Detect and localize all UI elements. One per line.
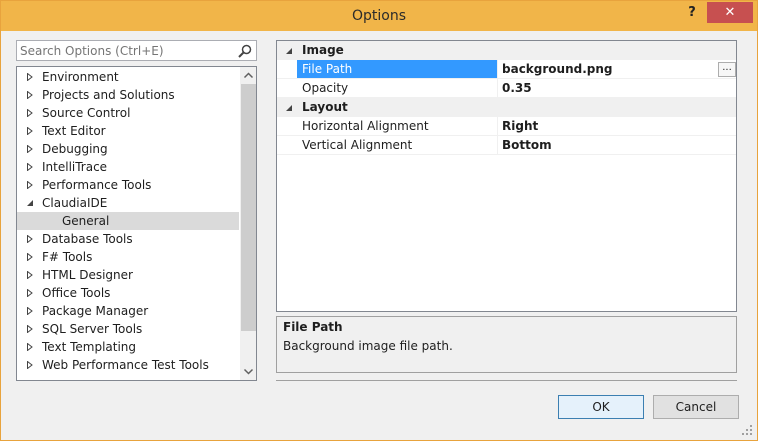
options-dialog: Options ? ✕ Environment Projects and Solu…: [0, 0, 758, 441]
property-value[interactable]: 0.35: [502, 81, 532, 95]
collapsed-arrow-icon[interactable]: [26, 145, 34, 153]
column-divider[interactable]: [497, 117, 498, 136]
tree-item-label: Office Tools: [42, 286, 111, 300]
property-label: Opacity: [302, 81, 349, 95]
tree-item-label: Debugging: [42, 142, 108, 156]
tree-item-label: Performance Tools: [42, 178, 152, 192]
property-row-vertical-alignment[interactable]: Vertical Alignment Bottom: [277, 136, 736, 155]
dialog-title: Options: [351, 8, 407, 24]
tree-item[interactable]: Source Control: [17, 104, 239, 122]
collapsed-arrow-icon[interactable]: [26, 163, 34, 171]
category-layout[interactable]: Layout: [277, 98, 736, 117]
tree-item[interactable]: IntelliTrace: [17, 158, 239, 176]
ok-button[interactable]: OK: [558, 395, 644, 419]
tree-item[interactable]: ClaudiaIDE: [17, 194, 239, 212]
property-row-opacity[interactable]: Opacity 0.35: [277, 79, 736, 98]
collapse-icon[interactable]: [285, 47, 293, 55]
scroll-down-icon[interactable]: [240, 363, 257, 380]
expanded-arrow-icon[interactable]: [26, 199, 34, 207]
collapsed-arrow-icon[interactable]: [26, 127, 34, 135]
tree-item[interactable]: SQL Server Tools: [17, 320, 239, 338]
collapsed-arrow-icon[interactable]: [26, 307, 34, 315]
divider: [276, 380, 737, 381]
search-options-box[interactable]: [16, 40, 257, 61]
category-image[interactable]: Image: [277, 41, 736, 60]
property-label: File Path: [302, 62, 353, 76]
property-row-file-path[interactable]: File Path background.png ...: [277, 60, 736, 79]
cancel-button[interactable]: Cancel: [653, 395, 739, 419]
tree-item-label: HTML Designer: [42, 268, 133, 282]
column-divider[interactable]: [497, 60, 498, 79]
collapsed-arrow-icon[interactable]: [26, 361, 34, 369]
property-row-horizontal-alignment[interactable]: Horizontal Alignment Right: [277, 117, 736, 136]
scroll-up-icon[interactable]: [240, 67, 257, 84]
property-value[interactable]: Bottom: [502, 138, 552, 152]
collapsed-arrow-icon[interactable]: [26, 325, 34, 333]
search-icon[interactable]: [237, 43, 253, 59]
tree-list: Environment Projects and Solutions Source …: [17, 68, 239, 374]
tree-item[interactable]: Text Templating: [17, 338, 239, 356]
resize-grip-icon[interactable]: [740, 423, 754, 437]
description-text: Background image file path.: [283, 339, 453, 353]
tree-item[interactable]: Environment: [17, 68, 239, 86]
tree-item[interactable]: Database Tools: [17, 230, 239, 248]
tree-item[interactable]: Text Editor: [17, 122, 239, 140]
tree-item-label: Text Editor: [42, 124, 106, 138]
property-label: Vertical Alignment: [302, 138, 413, 152]
collapsed-arrow-icon[interactable]: [26, 91, 34, 99]
help-button[interactable]: ?: [681, 3, 703, 23]
property-value[interactable]: Right: [502, 119, 538, 133]
tree-item-label: Projects and Solutions: [42, 88, 175, 102]
collapsed-arrow-icon[interactable]: [26, 343, 34, 351]
title-bar[interactable]: Options ? ✕: [1, 1, 757, 31]
property-value[interactable]: background.png: [502, 62, 613, 76]
scroll-thumb[interactable]: [241, 84, 256, 331]
tree-item[interactable]: Performance Tools: [17, 176, 239, 194]
tree-item-label: ClaudiaIDE: [42, 196, 108, 210]
tree-item-label: Package Manager: [42, 304, 149, 318]
tree-item-label: Database Tools: [42, 232, 133, 246]
collapsed-arrow-icon[interactable]: [26, 73, 34, 81]
tree-item-label: Text Templating: [42, 340, 137, 354]
tree-item[interactable]: F# Tools: [17, 248, 239, 266]
tree-item-label: Web Performance Test Tools: [42, 358, 209, 372]
tree-item-label: F# Tools: [42, 250, 93, 264]
tree-item[interactable]: Debugging: [17, 140, 239, 158]
collapsed-arrow-icon[interactable]: [26, 235, 34, 243]
tree-item-label: General: [62, 214, 110, 228]
collapsed-arrow-icon[interactable]: [26, 271, 34, 279]
collapsed-arrow-icon[interactable]: [26, 253, 34, 261]
tree-item[interactable]: Projects and Solutions: [17, 86, 239, 104]
description-title: File Path: [283, 320, 343, 334]
tree-item[interactable]: Office Tools: [17, 284, 239, 302]
collapsed-arrow-icon[interactable]: [26, 109, 34, 117]
collapse-icon[interactable]: [285, 104, 293, 112]
tree-item[interactable]: Web Performance Test Tools: [17, 356, 239, 374]
column-divider[interactable]: [497, 79, 498, 98]
category-label: Image: [302, 43, 344, 57]
search-input[interactable]: [20, 43, 230, 58]
close-button[interactable]: ✕: [707, 2, 753, 23]
tree-item-label: Environment: [42, 70, 119, 84]
column-divider[interactable]: [497, 136, 498, 155]
tree-item[interactable]: Package Manager: [17, 302, 239, 320]
options-tree[interactable]: Environment Projects and Solutions Source …: [16, 66, 257, 381]
property-name-selected[interactable]: File Path: [297, 60, 497, 78]
category-label: Layout: [302, 100, 348, 114]
collapsed-arrow-icon[interactable]: [26, 181, 34, 189]
tree-item[interactable]: HTML Designer: [17, 266, 239, 284]
tree-item-label: SQL Server Tools: [42, 322, 143, 336]
tree-item[interactable]: General: [17, 212, 239, 230]
browse-button[interactable]: ...: [718, 62, 736, 77]
property-grid[interactable]: Image File Path background.png ... Opaci…: [276, 40, 737, 312]
description-pane: File Path Background image file path.: [276, 316, 737, 373]
property-label: Horizontal Alignment: [302, 119, 429, 133]
collapsed-arrow-icon[interactable]: [26, 289, 34, 297]
tree-vertical-scrollbar[interactable]: [240, 67, 257, 380]
tree-item-label: IntelliTrace: [42, 160, 108, 174]
tree-item-label: Source Control: [42, 106, 131, 120]
